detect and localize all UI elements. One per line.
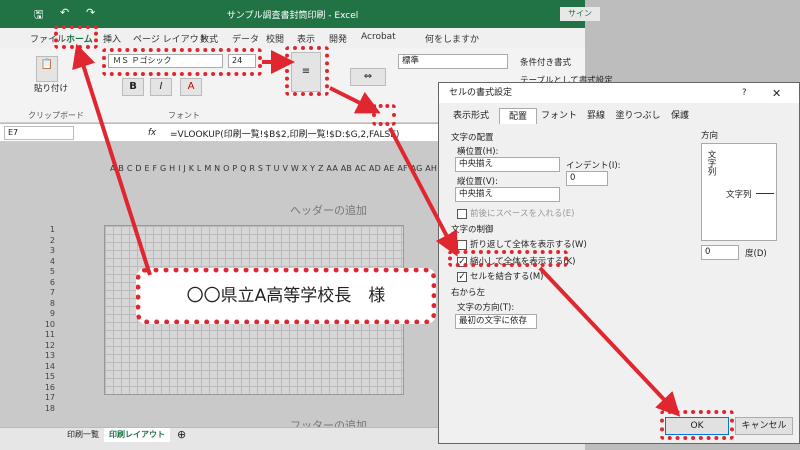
- arrow-to-launcher: [329, 86, 381, 114]
- annotation-arrows: [72, 43, 681, 417]
- arrow-to-ok: [538, 266, 681, 417]
- arrow-to-shrink: [388, 127, 458, 257]
- arrow-to-home: [72, 43, 152, 276]
